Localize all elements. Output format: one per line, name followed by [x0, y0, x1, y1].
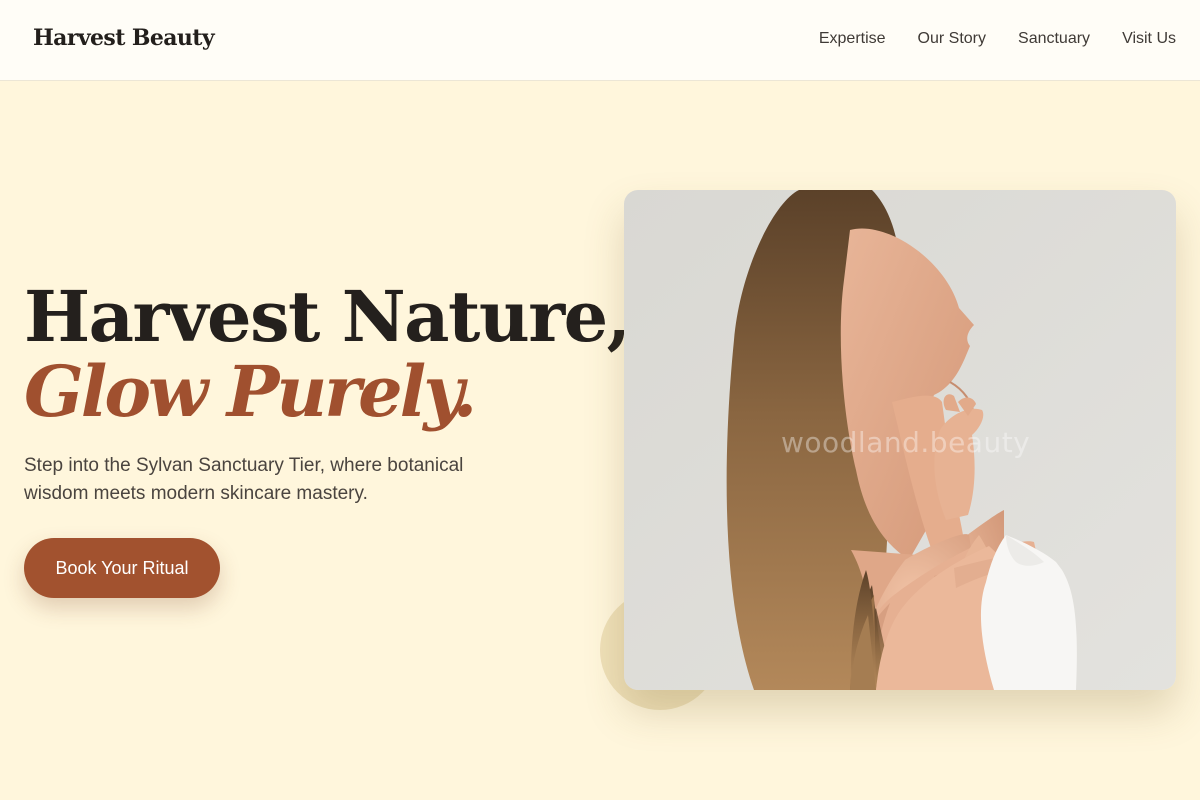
hero-accent-title: Glow Purely.: [24, 350, 477, 433]
site-header: Harvest Beauty Expertise Our Story Sanct…: [0, 0, 1200, 81]
nav-link-our-story[interactable]: Our Story: [918, 30, 986, 48]
book-ritual-button[interactable]: Book Your Ritual: [24, 538, 220, 598]
hero-subtitle: Step into the Sylvan Sanctuary Tier, whe…: [24, 455, 464, 504]
nav-link-expertise[interactable]: Expertise: [819, 30, 886, 48]
main-nav: Expertise Our Story Sanctuary Visit Us: [819, 30, 1176, 48]
hero-title: Harvest Nature,: [24, 275, 631, 358]
hero-photo: woodland.beauty: [624, 190, 1176, 690]
watermark-text: woodland.beauty: [781, 426, 1031, 459]
brand-logo[interactable]: Harvest Beauty: [33, 25, 215, 51]
nav-link-visit-us[interactable]: Visit Us: [1122, 30, 1176, 48]
nav-link-sanctuary[interactable]: Sanctuary: [1018, 30, 1090, 48]
